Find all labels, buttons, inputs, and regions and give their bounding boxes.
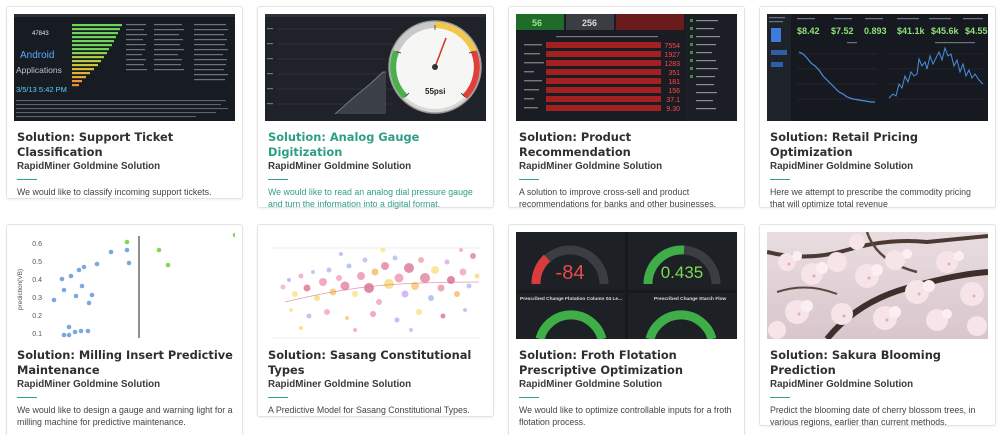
card-subtitle: RapidMiner Goldmine Solution <box>17 379 161 390</box>
card-description: Predict the blooming date of cherry blos… <box>770 405 976 427</box>
solution-card-sakura[interactable]: Solution: Sakura Blooming Prediction Rap… <box>759 224 996 427</box>
y-axis-label: prediction(VB) <box>17 269 24 310</box>
accent-divider <box>770 179 790 180</box>
panel-label-right: Prescribed Change Starch Flow <box>654 296 727 302</box>
solution-card-sasang[interactable]: Solution: Sasang Constitutional Types Ra… <box>257 224 494 417</box>
kpi-value: 0.893 <box>864 26 887 36</box>
solution-card-milling-insert[interactable]: 0.6 0.5 0.4 0.3 0.2 0.1 prediction(VB) S… <box>6 224 243 435</box>
accent-divider <box>770 397 790 398</box>
y-tick: 0.5 <box>32 259 42 266</box>
card-subtitle: RapidMiner Goldmine Solution <box>770 161 914 172</box>
category-label: Android <box>20 50 54 61</box>
thumbnail-bar-dashboard: 56 256 7554 1927 1283 351 181 156 37.1 9… <box>516 14 737 121</box>
pricing-thumbnail-graphic: $8.42 $7.52 0.893 $41.1k $45.6k $4.55 <box>767 14 988 121</box>
y-tick: 0.2 <box>32 313 42 320</box>
card-description: We would like to read an analog dial pre… <box>268 187 473 209</box>
card-title[interactable]: Solution: Retail Pricing Optimization <box>770 130 987 160</box>
kpi-value: $45.6k <box>931 26 960 36</box>
recommendation-thumbnail-graphic: 56 256 7554 1927 1283 351 181 156 37.1 9… <box>516 14 737 121</box>
dashboard-thumbnail-graphic: 47843 Android Applications 3/5/13 5:42 P… <box>14 14 235 121</box>
panel-label-left: Prescribed Change Flotation Column 04 Le… <box>520 296 622 302</box>
bar-value: 351 <box>668 70 680 77</box>
thumbnail-gauges: -84 0.435 Prescribed Change Flotation Co… <box>516 232 737 339</box>
thumbnail-pricing-dashboard: $8.42 $7.52 0.893 $41.1k $45.6k $4.55 <box>767 14 988 121</box>
bar-value: 37.1 <box>666 97 680 104</box>
sasang-bubble-graphic <box>265 232 486 339</box>
card-title[interactable]: Solution: Milling Insert Predictive Main… <box>17 348 234 378</box>
y-tick: 0.3 <box>32 295 42 302</box>
top-value-1: 56 <box>532 18 542 28</box>
bar-value: 9.30 <box>666 106 680 113</box>
cherry-blossom-image <box>767 232 988 339</box>
card-subtitle: RapidMiner Goldmine Solution <box>519 379 663 390</box>
solution-card-analog-gauge[interactable]: 55psi Solution: Analog Gauge Digitizatio… <box>257 6 494 209</box>
gauge-value-left: -84 <box>556 262 585 284</box>
kpi-value: $4.55 <box>965 26 988 36</box>
kpi-value: $7.52 <box>831 26 854 36</box>
froth-gauges-graphic: -84 0.435 Prescribed Change Flotation Co… <box>516 232 737 339</box>
card-title[interactable]: Solution: Froth Flotation Prescriptive O… <box>519 348 736 378</box>
card-description: We would like to design a gauge and warn… <box>17 405 233 427</box>
card-title[interactable]: Solution: Sakura Blooming Prediction <box>770 348 987 378</box>
thumbnail-bubble-scatter <box>265 232 486 339</box>
card-description: A solution to improve cross-sell and pro… <box>519 187 717 209</box>
card-subtitle: RapidMiner Goldmine Solution <box>17 161 161 172</box>
top-value-2: 256 <box>582 18 597 28</box>
card-title[interactable]: Solution: Sasang Constitutional Types <box>268 348 485 378</box>
kpi-value: $41.1k <box>897 26 926 36</box>
gauge-readout: 55psi <box>425 87 445 96</box>
kpi-value: $8.42 <box>797 26 820 36</box>
sub-category-label: Applications <box>16 65 62 75</box>
y-tick: 0.6 <box>32 241 42 248</box>
card-subtitle: RapidMiner Goldmine Solution <box>770 379 914 390</box>
solution-card-product-recommendation[interactable]: 56 256 7554 1927 1283 351 181 156 37.1 9… <box>508 6 745 209</box>
bar-value: 1927 <box>664 52 680 59</box>
bar-value: 1283 <box>664 61 680 68</box>
accent-divider <box>17 397 37 398</box>
gauge-value-right: 0.435 <box>661 263 704 282</box>
datetime-label: 3/5/13 5:42 PM <box>16 85 67 94</box>
stat-number: 47843 <box>32 31 49 37</box>
card-description: We would like to optimize controllable i… <box>519 405 732 427</box>
thumbnail-cherry-blossom-photo <box>767 232 988 339</box>
bar-value: 7554 <box>664 43 680 50</box>
thumbnail-gauge: 55psi <box>265 14 486 121</box>
thumbnail-scatter: 0.6 0.5 0.4 0.3 0.2 0.1 prediction(VB) <box>14 232 235 339</box>
solution-card-support-ticket[interactable]: 47843 Android Applications 3/5/13 5:42 P… <box>6 6 243 199</box>
card-subtitle: RapidMiner Goldmine Solution <box>268 161 412 172</box>
accent-divider <box>268 397 288 398</box>
bar-value: 181 <box>668 79 680 86</box>
card-description: Here we attempt to prescribe the commodi… <box>770 187 971 209</box>
accent-divider <box>519 179 539 180</box>
bar-value: 156 <box>668 88 680 95</box>
card-description: A Predictive Model for Sasang Constituti… <box>268 405 470 415</box>
gauge-thumbnail-graphic: 55psi <box>265 14 486 121</box>
card-title[interactable]: Solution: Product Recommendation <box>519 130 736 160</box>
card-title[interactable]: Solution: Analog Gauge Digitization <box>268 130 485 160</box>
accent-divider <box>519 397 539 398</box>
accent-divider <box>17 179 37 180</box>
accent-divider <box>268 179 288 180</box>
thumbnail-dashboard: 47843 Android Applications 3/5/13 5:42 P… <box>14 14 235 121</box>
y-tick: 0.1 <box>32 331 42 338</box>
solution-card-froth-flotation[interactable]: -84 0.435 Prescribed Change Flotation Co… <box>508 224 745 435</box>
milling-scatter-graphic: 0.6 0.5 0.4 0.3 0.2 0.1 prediction(VB) <box>14 232 235 339</box>
solution-card-retail-pricing[interactable]: $8.42 $7.52 0.893 $41.1k $45.6k $4.55 So… <box>759 6 996 209</box>
card-title[interactable]: Solution: Support Ticket Classification <box>17 130 234 160</box>
y-tick: 0.4 <box>32 277 42 284</box>
card-description: We would like to classify incoming suppo… <box>17 187 212 197</box>
card-subtitle: RapidMiner Goldmine Solution <box>268 379 412 390</box>
card-subtitle: RapidMiner Goldmine Solution <box>519 161 663 172</box>
